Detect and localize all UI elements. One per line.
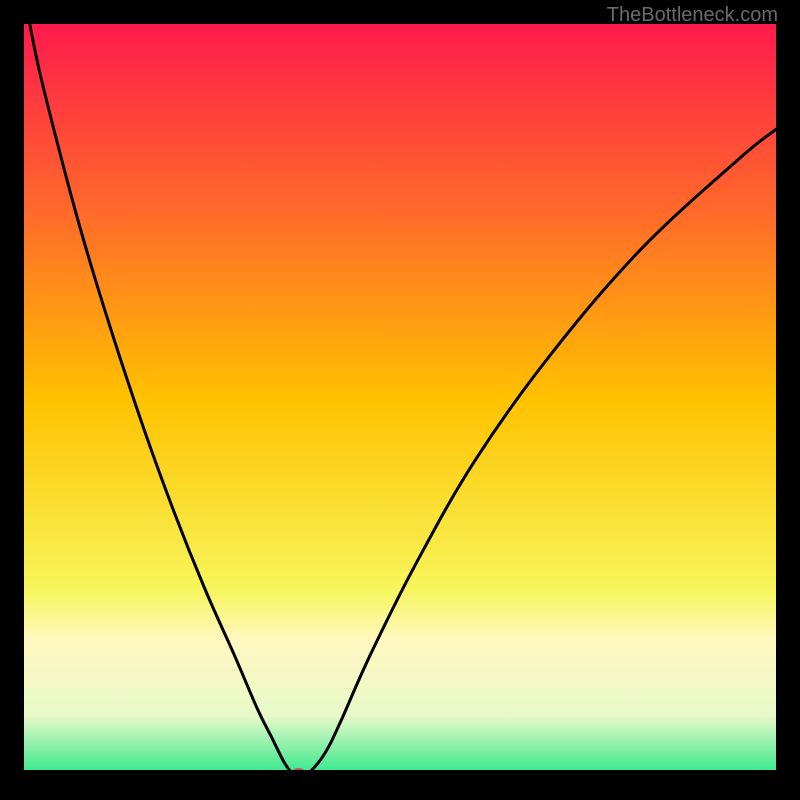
watermark-text: TheBottleneck.com [607,4,778,27]
plot-area [24,24,776,776]
chart-svg [24,24,776,776]
gradient-background [24,24,776,776]
axis-strip [24,770,776,776]
chart-frame [24,24,776,776]
